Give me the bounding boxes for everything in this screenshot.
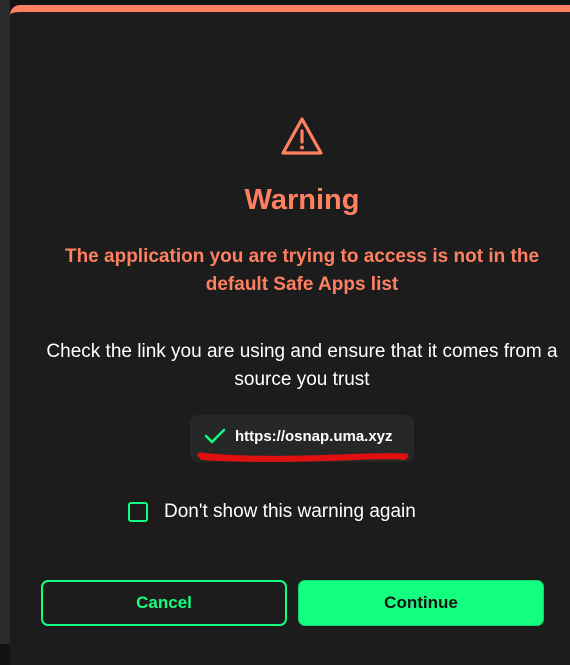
dialog-body-text: Check the link you are using and ensure … [46,341,558,390]
dont-show-again-option[interactable]: Don't show this warning again [128,499,416,525]
dont-show-again-label: Don't show this warning again [164,501,416,522]
app-url: https://osnap.uma.xyz [235,428,393,445]
warning-dialog: Warning The application you are trying t… [10,5,570,665]
dont-show-again-checkbox[interactable] [128,502,148,522]
dialog-subtitle: The application you are trying to access… [64,246,540,295]
check-icon [204,428,226,444]
window-edge [0,0,10,644]
red-underline-annotation [197,452,409,462]
dialog-title: Warning [244,184,360,216]
cancel-button[interactable]: Cancel [41,580,287,626]
continue-button[interactable]: Continue [298,580,544,626]
app-frame: Warning The application you are trying t… [0,0,570,665]
warning-icon [281,117,323,155]
